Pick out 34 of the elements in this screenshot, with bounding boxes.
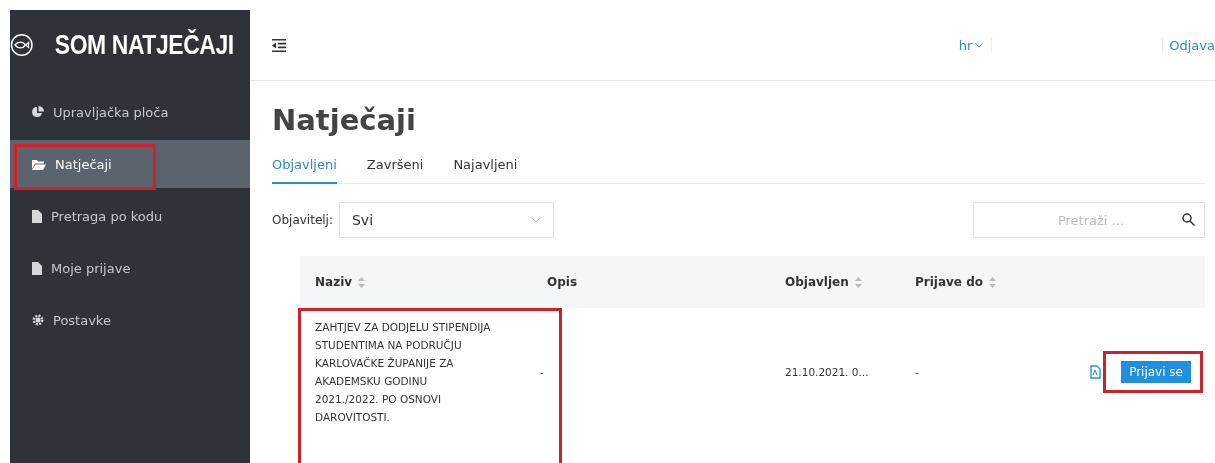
table-cell-text: 21.10.2021. 0... [784, 365, 870, 380]
column-label[interactable]: Objavljen [785, 275, 849, 289]
fish-logo-icon [10, 33, 34, 57]
folder-icon [32, 158, 46, 170]
filter-label: Objavitelj: [272, 213, 333, 227]
logo-text: SOM NATJEČAJI [55, 29, 235, 61]
sidebar-item[interactable]: Natječaji [10, 140, 250, 188]
sidebar-item[interactable]: Postavke [10, 296, 250, 344]
search-field[interactable]: Pretraži ... [973, 202, 1205, 238]
pie-chart-icon [32, 106, 44, 118]
tab[interactable]: Objavljeni [272, 151, 337, 184]
column-label[interactable]: Naziv [315, 275, 353, 289]
tab[interactable]: Završeni [366, 151, 424, 184]
table-cell-text: - [914, 365, 920, 380]
sidebar-item[interactable]: Upravljačka ploča [10, 88, 250, 136]
sidebar-item[interactable]: Pretraga po kodu [10, 192, 250, 240]
logout-link[interactable]: Odjava [1162, 37, 1215, 53]
column-label[interactable]: Prijave do [915, 275, 983, 289]
file-icon [32, 209, 42, 223]
search-icon [1182, 213, 1195, 226]
column-label: Opis [547, 275, 578, 289]
chevron-down-icon [531, 217, 541, 223]
gear-icon [32, 314, 44, 326]
language-selector[interactable]: hr [958, 37, 993, 53]
publisher-select[interactable]: Svi [339, 202, 554, 238]
menu-collapse-icon[interactable] [272, 38, 286, 52]
page-title: Natječaji [272, 103, 417, 137]
sidebar-item[interactable]: Moje prijave [10, 244, 250, 292]
table-cell-text: - [539, 365, 545, 380]
file-icon [32, 261, 42, 275]
table-cell: ZAHTJEV ZA DODJELU STIPENDIJA STUDENTIMA NA PODRUČJU KARLOVAČKE ŽUPANIJE ZA AKADEMSKU GODINU 2021./2022. PO OSNOVI DAROVITOSTI. [300, 318, 532, 426]
tab[interactable]: Najavljeni [453, 151, 518, 184]
pdf-file-icon[interactable] [1090, 365, 1102, 379]
chevron-down-icon [975, 42, 984, 48]
